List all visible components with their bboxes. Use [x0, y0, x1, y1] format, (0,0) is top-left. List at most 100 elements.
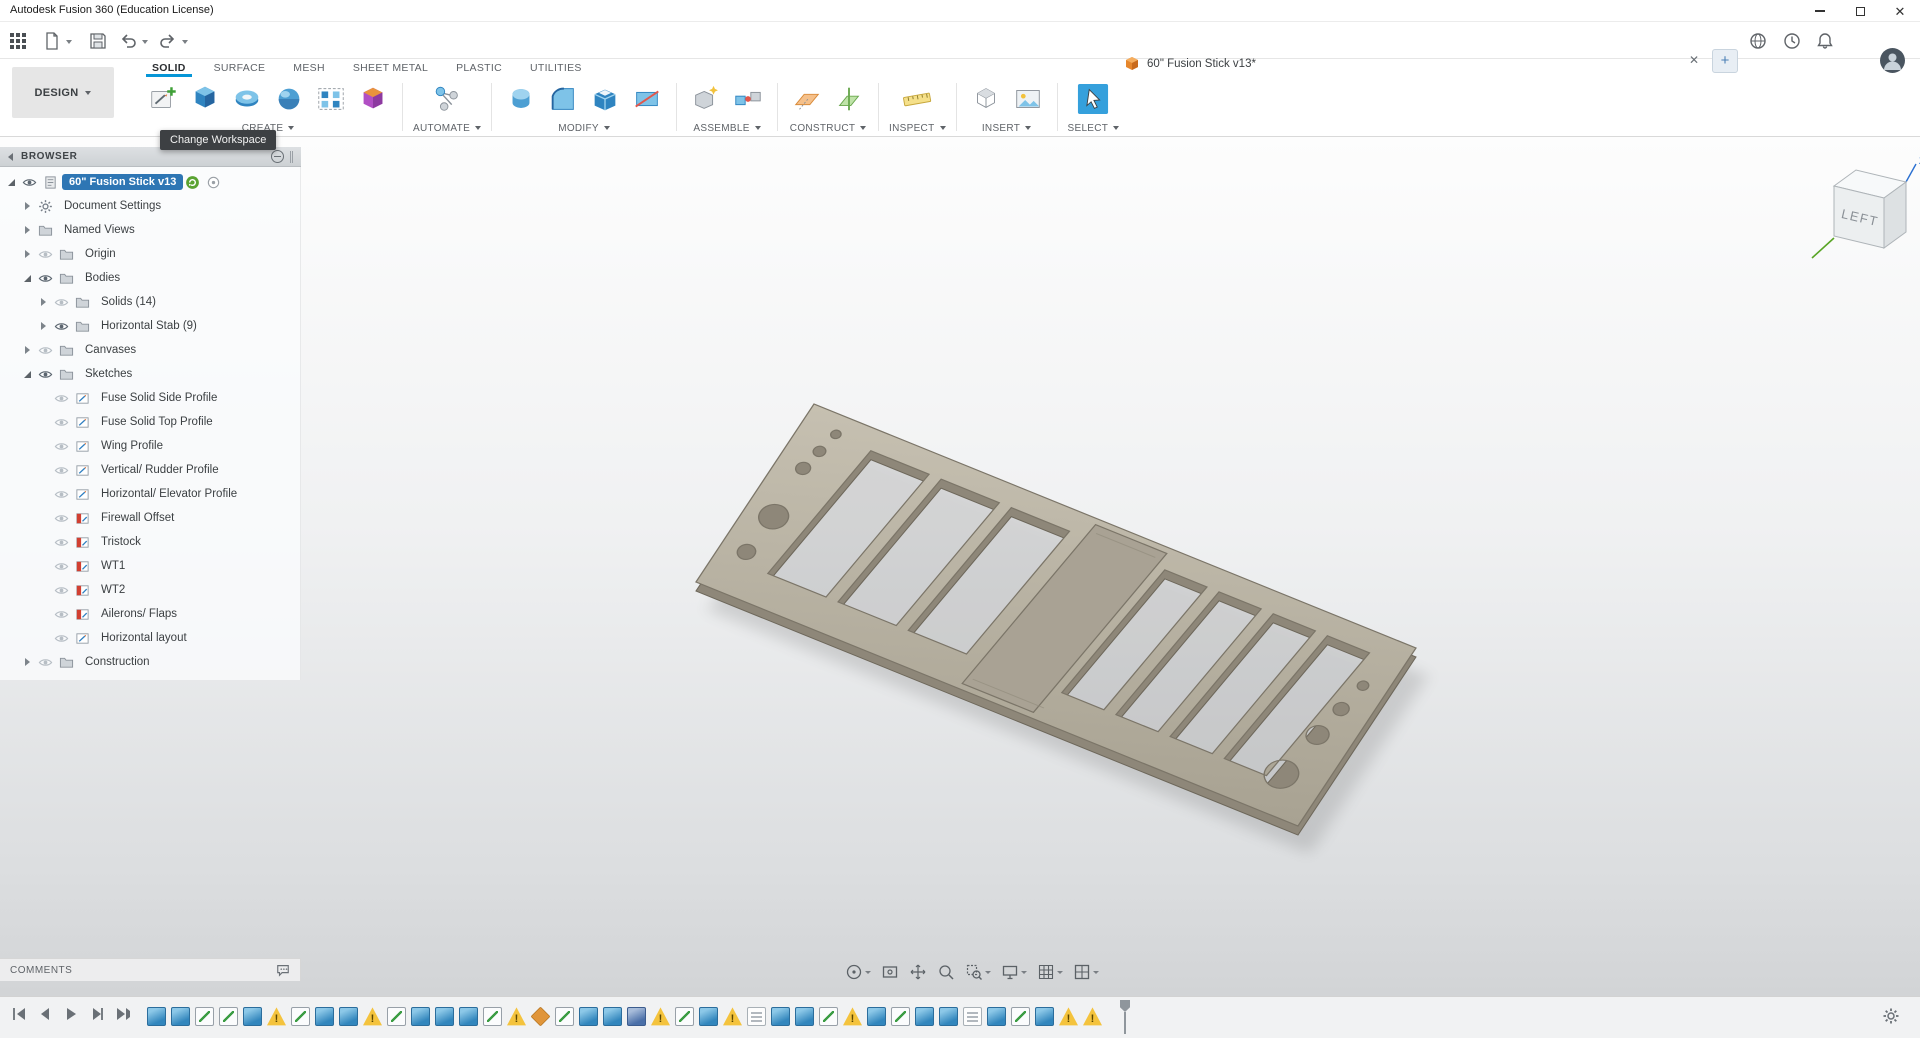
- browser-header[interactable]: BROWSER: [0, 147, 301, 167]
- visibility-eye-icon[interactable]: [36, 367, 54, 382]
- timeline-feature-extrude-icon[interactable]: [867, 1007, 886, 1026]
- new-component-button[interactable]: [687, 78, 725, 120]
- tree-item-label[interactable]: Fuse Solid Top Profile: [94, 414, 220, 430]
- maximize-button[interactable]: [1840, 0, 1880, 22]
- minimize-button[interactable]: [1800, 0, 1840, 22]
- timeline-feature-warning-icon[interactable]: !: [1059, 1007, 1078, 1026]
- tree-row[interactable]: Firewall Offset: [0, 506, 300, 530]
- tree-row[interactable]: Fuse Solid Side Profile: [0, 386, 300, 410]
- create-sketch-button[interactable]: [144, 78, 182, 120]
- undo-icon[interactable]: [118, 31, 138, 51]
- redo-icon[interactable]: [158, 31, 178, 51]
- tree-item-label[interactable]: Solids (14): [94, 294, 163, 310]
- timeline-feature-sketch-icon[interactable]: [891, 1007, 910, 1026]
- timeline-feature-extrude-icon[interactable]: [459, 1007, 478, 1026]
- tree-row[interactable]: Wing Profile: [0, 434, 300, 458]
- tab-surface[interactable]: SURFACE: [200, 59, 280, 77]
- tree-row[interactable]: Vertical/ Rudder Profile: [0, 458, 300, 482]
- revolve-button[interactable]: [228, 78, 266, 120]
- viewcube[interactable]: Z LEFT: [1806, 152, 1920, 272]
- visibility-eye-icon[interactable]: [36, 271, 54, 286]
- timeline-feature-extrude-icon[interactable]: [315, 1007, 334, 1026]
- timeline-feature-extrude-icon[interactable]: [915, 1007, 934, 1026]
- visibility-eye-icon[interactable]: [52, 631, 70, 646]
- timeline-feature-warning-icon[interactable]: !: [723, 1007, 742, 1026]
- tree-item-label[interactable]: Construction: [78, 654, 157, 670]
- expander-icon[interactable]: [22, 344, 34, 356]
- visibility-eye-icon[interactable]: [52, 583, 70, 598]
- user-avatar[interactable]: [1880, 48, 1905, 73]
- timeline-feature-extrude-icon[interactable]: [243, 1007, 262, 1026]
- new-tab-button[interactable]: +: [1712, 49, 1738, 73]
- tree-item-label[interactable]: Ailerons/ Flaps: [94, 606, 184, 622]
- tree-row[interactable]: Ailerons/ Flaps: [0, 602, 300, 626]
- sync-icon[interactable]: [183, 175, 201, 190]
- timeline-feature-extrude-icon[interactable]: [771, 1007, 790, 1026]
- orbit-tool[interactable]: [843, 961, 873, 983]
- decal-button[interactable]: [1009, 78, 1047, 120]
- modify-menu[interactable]: MODIFY: [558, 121, 610, 135]
- timeline-feature-warning-icon[interactable]: !: [507, 1007, 526, 1026]
- timeline-settings-gear-icon[interactable]: [1882, 1007, 1900, 1025]
- construct-menu[interactable]: CONSTRUCT: [790, 121, 866, 135]
- document-tab[interactable]: 60" Fusion Stick v13*: [760, 47, 1620, 81]
- tree-item-label[interactable]: Horizontal layout: [94, 630, 194, 646]
- chevron-down-icon[interactable]: [1093, 971, 1099, 974]
- tree-row[interactable]: Solids (14): [0, 290, 300, 314]
- timeline-feature-warning-icon[interactable]: !: [843, 1007, 862, 1026]
- tab-close-icon[interactable]: ✕: [1686, 52, 1702, 68]
- expander-icon[interactable]: [6, 176, 18, 188]
- timeline-feature-document-icon[interactable]: [963, 1007, 982, 1026]
- timeline-feature-extrude-icon[interactable]: [987, 1007, 1006, 1026]
- tree-row[interactable]: Horizontal/ Elevator Profile: [0, 482, 300, 506]
- play-button[interactable]: [62, 1005, 80, 1023]
- expander-icon[interactable]: [38, 320, 50, 332]
- timeline-feature-sketch-icon[interactable]: [483, 1007, 502, 1026]
- timeline-feature-extrude-icon[interactable]: [171, 1007, 190, 1026]
- tree-row[interactable]: WT1: [0, 554, 300, 578]
- tree-row[interactable]: 60" Fusion Stick v13: [0, 170, 300, 194]
- create-form-button[interactable]: [354, 78, 392, 120]
- timeline-feature-warning-icon[interactable]: !: [651, 1007, 670, 1026]
- pan-tool[interactable]: [907, 961, 929, 983]
- timeline-feature-extrude-icon[interactable]: [147, 1007, 166, 1026]
- measure-button[interactable]: [898, 78, 936, 120]
- timeline-feature-sketch-icon[interactable]: [291, 1007, 310, 1026]
- visibility-eye-icon[interactable]: [52, 535, 70, 550]
- expander-icon[interactable]: [22, 368, 34, 380]
- visibility-eye-icon[interactable]: [52, 487, 70, 502]
- timeline-feature-warning-icon[interactable]: !: [267, 1007, 286, 1026]
- chevron-down-icon[interactable]: [1057, 971, 1063, 974]
- timeline-feature-extrude-icon[interactable]: [603, 1007, 622, 1026]
- undo-caret-icon[interactable]: [142, 40, 148, 44]
- workspace-switcher-button[interactable]: DESIGN: [12, 67, 114, 118]
- automate-menu[interactable]: AUTOMATE: [413, 121, 481, 135]
- tree-item-label[interactable]: Named Views: [57, 222, 142, 238]
- timeline-feature-sketch-icon[interactable]: [675, 1007, 694, 1026]
- visibility-eye-icon[interactable]: [52, 607, 70, 622]
- timeline-feature-extrude-icon[interactable]: [699, 1007, 718, 1026]
- visibility-eye-icon[interactable]: [52, 511, 70, 526]
- app-grid-menu-icon[interactable]: [8, 31, 28, 51]
- step-forward-button[interactable]: [88, 1005, 106, 1023]
- tab-plastic[interactable]: PLASTIC: [442, 59, 516, 77]
- select-menu[interactable]: SELECT: [1068, 121, 1120, 135]
- tree-row[interactable]: Fuse Solid Top Profile: [0, 410, 300, 434]
- press-pull-button[interactable]: [502, 78, 540, 120]
- timeline-feature-extrude-icon[interactable]: [435, 1007, 454, 1026]
- timeline-feature-document-icon[interactable]: [747, 1007, 766, 1026]
- expander-icon[interactable]: [38, 296, 50, 308]
- insert-menu[interactable]: INSERT: [982, 121, 1031, 135]
- tree-row[interactable]: Horizontal Stab (9): [0, 314, 300, 338]
- grid-settings-tool[interactable]: [1035, 961, 1065, 983]
- tree-item-label[interactable]: WT2: [94, 582, 132, 598]
- tree-item-label[interactable]: Tristock: [94, 534, 148, 550]
- timeline-feature-warning-icon[interactable]: !: [1083, 1007, 1102, 1026]
- display-settings-tool[interactable]: [999, 961, 1029, 983]
- skip-to-start-button[interactable]: [10, 1005, 28, 1023]
- offset-plane-button[interactable]: [788, 78, 826, 120]
- expander-icon[interactable]: [22, 248, 34, 260]
- visibility-eye-icon[interactable]: [52, 463, 70, 478]
- timeline-feature-sketch-icon[interactable]: [1011, 1007, 1030, 1026]
- look-at-tool[interactable]: [879, 961, 901, 983]
